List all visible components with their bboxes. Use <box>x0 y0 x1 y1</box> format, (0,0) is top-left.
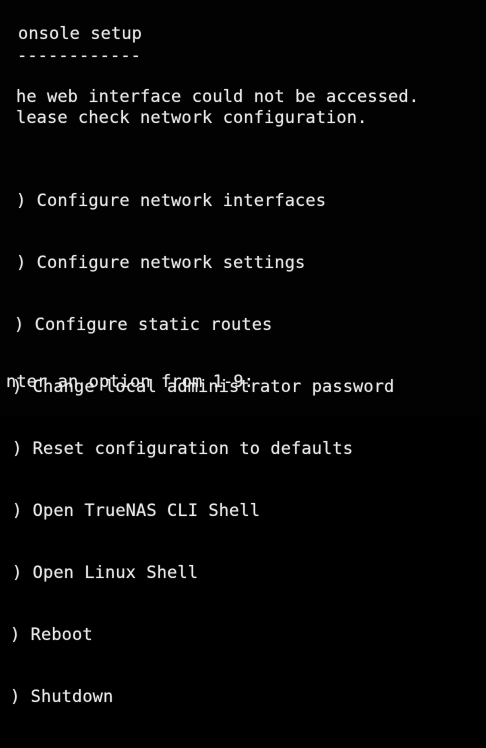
menu-option-configure-network-interfaces[interactable]: ) Configure network interfaces <box>0 190 394 212</box>
menu-option-linux-shell[interactable]: ) Open Linux Shell <box>0 562 394 584</box>
menu-option-reboot[interactable]: ) Reboot <box>0 624 394 646</box>
title-underline: ------------ <box>17 46 142 66</box>
console-screen: onsole setup ------------ he web interfa… <box>0 0 486 707</box>
option-prompt-label: nter an option from 1-9: <box>6 372 255 392</box>
error-message-line-2: lease check network configuration. <box>16 108 368 128</box>
console-title: onsole setup <box>18 24 143 44</box>
menu-option-reset-configuration[interactable]: ) Reset configuration to defaults <box>0 438 394 460</box>
menu-option-configure-network-settings[interactable]: ) Configure network settings <box>0 252 394 274</box>
error-message-line-1: he web interface could not be accessed. <box>16 87 420 107</box>
console-menu: ) Configure network interfaces ) Configu… <box>0 150 394 748</box>
option-prompt[interactable]: nter an option from 1-9: <box>6 372 264 392</box>
menu-option-truenas-cli-shell[interactable]: ) Open TrueNAS CLI Shell <box>0 500 394 522</box>
menu-option-configure-static-routes[interactable]: ) Configure static routes <box>0 314 394 336</box>
menu-option-shutdown[interactable]: ) Shutdown <box>0 686 394 708</box>
